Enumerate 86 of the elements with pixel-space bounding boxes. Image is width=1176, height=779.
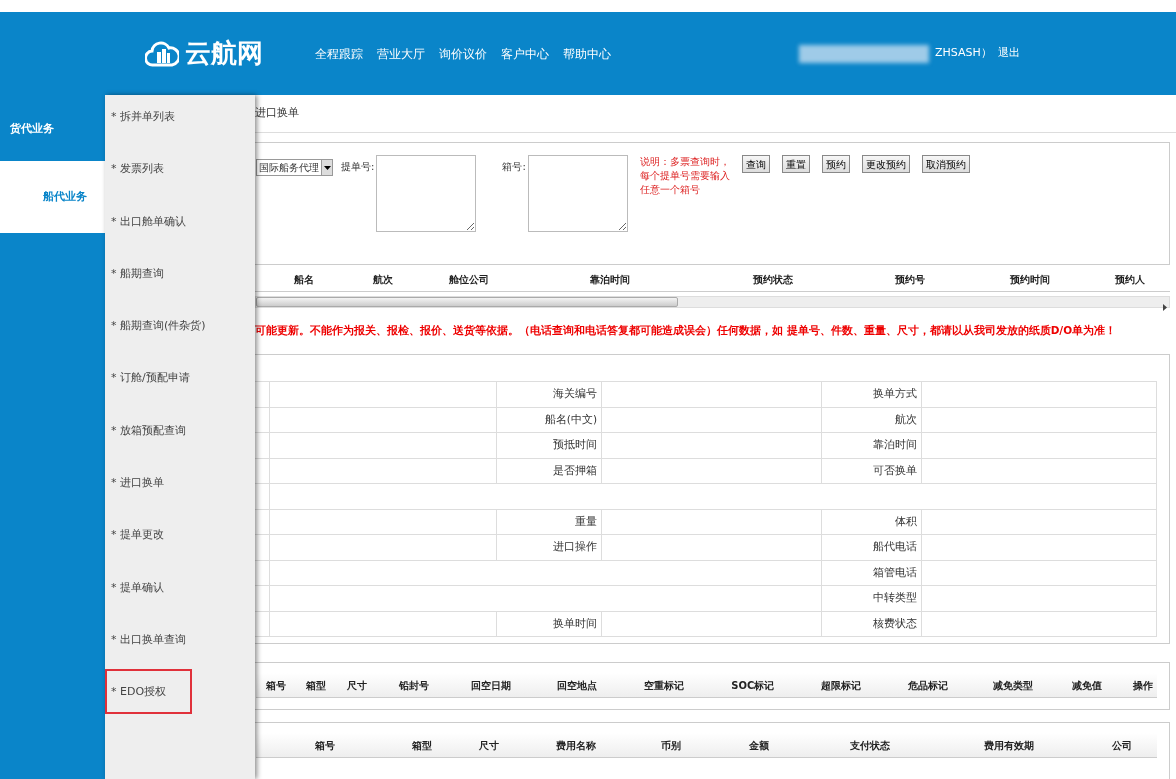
column-header: 箱号 xyxy=(313,738,336,753)
nav-link[interactable]: 全程跟踪 xyxy=(315,44,363,63)
field-label: 提单号: xyxy=(341,160,375,174)
menu-item[interactable]: * 订舱/预配申请 xyxy=(111,371,190,385)
sidebar-item[interactable]: 货代业务 xyxy=(0,109,105,149)
field-label: 是否押箱 xyxy=(496,458,602,484)
field-label: 靠泊时间 xyxy=(821,432,922,458)
user-name: ZHSASH） xyxy=(935,45,992,62)
field-label: 航次 xyxy=(821,407,922,433)
nav-link[interactable]: 营业大厅 xyxy=(377,44,425,63)
company-select[interactable]: 国际船务代理 xyxy=(256,159,333,176)
field-label: 体积 xyxy=(821,509,922,535)
bill-number-field[interactable] xyxy=(376,155,477,232)
column-header: 操作 xyxy=(1131,678,1154,693)
column-header: 减免类型 xyxy=(991,678,1034,693)
container-number-field[interactable] xyxy=(527,155,628,232)
column-header: 超限标记 xyxy=(819,678,862,693)
column-header: 费用有效期 xyxy=(982,738,1035,753)
menu-item[interactable]: * 提单确认 xyxy=(111,580,164,594)
menu-item[interactable]: * EDO授权 xyxy=(105,669,193,715)
nav-link[interactable]: 帮助中心 xyxy=(563,44,611,63)
column-header: 预约号 xyxy=(894,272,926,287)
arrow-right-icon[interactable] xyxy=(1163,303,1167,311)
horizontal-scrollbar[interactable] xyxy=(255,296,1170,308)
column-header: 箱号 xyxy=(265,678,287,693)
column-header: 箱型 xyxy=(411,738,434,753)
column-header: 尺寸 xyxy=(477,738,500,753)
field-label: 重量 xyxy=(496,509,602,535)
breadcrumb-current: 进口换单 xyxy=(255,105,299,122)
action-button[interactable]: 重置 xyxy=(781,155,810,173)
field-label: 箱号: xyxy=(502,160,526,174)
field-label: 换单方式 xyxy=(821,381,922,407)
action-button[interactable]: 预约 xyxy=(821,155,850,173)
action-button[interactable]: 更改预约 xyxy=(861,155,910,173)
menu-item[interactable]: * 船期查询 xyxy=(111,266,164,280)
note-text: 说明：多票查询时，每个提单号需要输入任意一个箱号 xyxy=(639,155,730,197)
menu-item[interactable]: * 提单更改 xyxy=(111,528,164,542)
caret-down-icon[interactable] xyxy=(323,165,331,170)
menu-item[interactable]: * 出口舱单确认 xyxy=(111,214,186,228)
field-label: 中转类型 xyxy=(821,585,922,611)
column-header: 公司 xyxy=(1110,738,1133,753)
column-header: 箱型 xyxy=(304,678,327,693)
field-label: 进口操作 xyxy=(496,534,602,560)
warning-text: 可能更新。不能作为报关、报检、报价、送货等依据。（电话查询和电话答复都可能造成误会）任何数据，如 提单号、件数、重量、尺寸，都请以从我司发放的纸质D/O单为准！ xyxy=(255,323,1117,338)
menu-item[interactable]: * 放箱预配查询 xyxy=(111,423,186,437)
column-header: 预约人 xyxy=(1113,272,1146,287)
action-button[interactable]: 查询 xyxy=(741,155,770,173)
column-header: 空重标记 xyxy=(643,678,686,693)
column-header: SOC标记 xyxy=(730,678,776,693)
column-header: 铅封号 xyxy=(397,678,430,693)
column-header: 回空日期 xyxy=(470,678,512,693)
nav-link[interactable]: 客户中心 xyxy=(501,44,549,63)
scrollbar-thumb[interactable] xyxy=(256,297,678,307)
nav-link[interactable]: 询价议价 xyxy=(439,44,487,63)
action-button[interactable]: 取消预约 xyxy=(921,155,970,173)
menu-item[interactable]: * 发票列表 xyxy=(111,162,164,176)
column-header: 航次 xyxy=(371,272,394,287)
column-header: 预约状态 xyxy=(751,272,794,287)
sidebar-item[interactable]: 船代业务 xyxy=(0,161,105,233)
menu-item[interactable]: * 进口换单 xyxy=(111,476,164,490)
logo-text: 云航网 xyxy=(185,37,263,70)
menu-item[interactable]: * 船期查询(件杂货) xyxy=(111,319,206,333)
field-label: 可否换单 xyxy=(821,458,922,484)
menu-item[interactable]: * 出口换单查询 xyxy=(111,632,186,646)
logout-link[interactable]: 退出 xyxy=(997,45,1020,62)
column-header: 币别 xyxy=(660,738,682,753)
column-header: 回空地点 xyxy=(555,678,598,693)
column-header: 船名 xyxy=(292,272,315,287)
column-header: 减免值 xyxy=(1070,678,1103,693)
column-header: 靠泊时间 xyxy=(588,272,631,287)
menu-item[interactable]: * 拆并单列表 xyxy=(111,110,175,123)
field-label: 换单时间 xyxy=(496,611,602,637)
cloud-building-logo-icon xyxy=(145,40,179,67)
column-header: 支付状态 xyxy=(848,738,891,753)
field-label: 预抵时间 xyxy=(496,432,602,458)
column-header: 舱位公司 xyxy=(447,272,490,287)
field-label: 船代电话 xyxy=(821,534,922,560)
column-header: 金额 xyxy=(747,738,770,753)
column-header: 费用名称 xyxy=(555,738,597,753)
field-label: 箱管电话 xyxy=(821,560,922,586)
field-label: 海关编号 xyxy=(496,381,602,407)
column-header: 尺寸 xyxy=(345,678,368,693)
field-label: 核费状态 xyxy=(821,611,922,637)
column-header: 预约时间 xyxy=(1008,272,1051,287)
column-header: 危品标记 xyxy=(907,678,950,693)
field-label: 船名(中文) xyxy=(496,407,602,433)
